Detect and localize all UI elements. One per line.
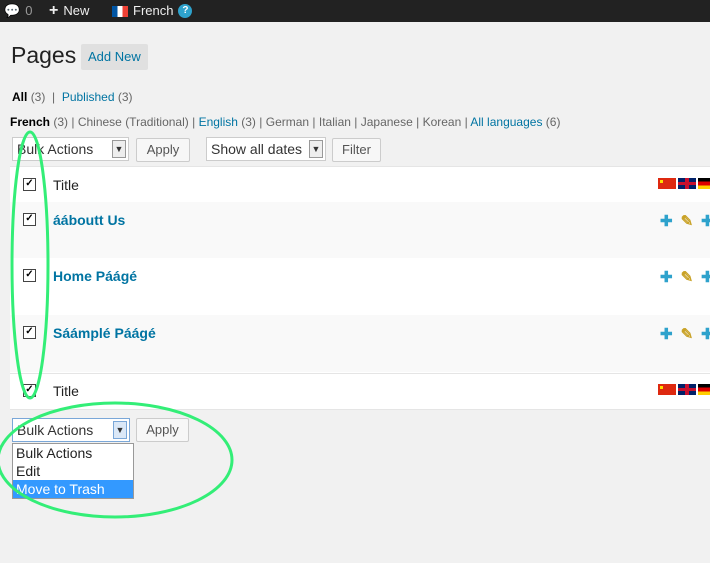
filter-published-count: (3) (117, 90, 133, 104)
add-translation-icon[interactable]: ✚ (701, 212, 710, 230)
help-icon[interactable]: ? (178, 4, 193, 18)
filter-button[interactable]: Filter (332, 138, 381, 162)
filter-published[interactable]: Published (62, 90, 115, 104)
apply-button-top[interactable]: Apply (136, 138, 190, 162)
comments-count: 0 (25, 3, 33, 18)
dates-select[interactable]: Show all dates ▼ (206, 137, 326, 161)
table-footer: ✓ Title (10, 373, 710, 409)
status-filter: All (3) | Published (3) (12, 90, 133, 104)
option-move-to-trash[interactable]: Move to Trash (13, 480, 133, 498)
flag-gb-icon (678, 178, 696, 189)
dates-value: Show all dates (211, 141, 303, 157)
edit-translation-icon[interactable]: ✎ (681, 212, 694, 230)
add-translation-icon[interactable]: ✚ (701, 325, 710, 343)
lang-all[interactable]: All languages (470, 115, 542, 129)
plus-icon: + (49, 2, 59, 19)
apply-button-bottom[interactable]: Apply (136, 418, 189, 442)
admin-bar: 💬 0 + New French ? (0, 0, 710, 22)
page-link[interactable]: Sáámplé Páágé (53, 325, 156, 341)
lang-italian[interactable]: Italian (319, 115, 351, 129)
new-label: New (63, 3, 90, 18)
language-switcher[interactable]: French ? (112, 0, 193, 22)
page-link[interactable]: ááboutt Us (53, 212, 125, 228)
language-filter: French (3) | Chinese (Traditional) | Eng… (10, 115, 561, 129)
option-bulk-actions[interactable]: Bulk Actions (13, 444, 133, 462)
page-link[interactable]: Home Páágé (53, 268, 137, 284)
filter-all[interactable]: All (12, 90, 27, 104)
lang-english[interactable]: English (199, 115, 238, 129)
select-all-checkbox[interactable]: ✓ (23, 178, 36, 191)
bulk-actions-value: Bulk Actions (17, 141, 94, 157)
flag-cn-icon (658, 384, 676, 395)
edit-translation-icon[interactable]: ✎ (681, 325, 694, 343)
edit-translation-icon[interactable]: ✎ (681, 268, 694, 286)
flag-de-icon (698, 384, 710, 395)
translation-actions: ✚ ✎ ✚ (660, 325, 710, 343)
table-row: ✓ Sáámplé Páágé ✚ ✎ ✚ (10, 315, 710, 372)
flag-de-icon (698, 178, 710, 189)
option-edit[interactable]: Edit (13, 462, 133, 480)
chevron-down-icon: ▼ (309, 140, 323, 158)
bulk-actions-select-bottom[interactable]: Bulk Actions ▼ (12, 418, 130, 442)
lang-korean[interactable]: Korean (423, 115, 462, 129)
comment-icon: 💬 (4, 3, 21, 18)
table-row: ✓ ááboutt Us ✚ ✎ ✚ (10, 202, 710, 258)
lang-chinese[interactable]: Chinese (Traditional) (78, 115, 189, 129)
select-all-checkbox-footer[interactable]: ✓ (23, 384, 36, 397)
language-flags (658, 384, 710, 395)
row-checkbox[interactable]: ✓ (23, 213, 36, 226)
chevron-down-icon: ▼ (112, 140, 126, 158)
column-title-footer[interactable]: Title (53, 383, 79, 399)
flag-gb-icon (678, 384, 696, 395)
separator: | (52, 90, 56, 104)
pages-table: ✓ Title ✓ ááboutt Us ✚ ✎ ✚ ✓ Home Páágé … (10, 166, 710, 410)
lang-german[interactable]: German (266, 115, 309, 129)
language-flags (658, 178, 710, 189)
lang-japanese[interactable]: Japanese (361, 115, 413, 129)
comments-menu[interactable]: 💬 0 (4, 0, 32, 22)
add-translation-icon[interactable]: ✚ (701, 268, 710, 286)
lang-french[interactable]: French (10, 115, 50, 129)
lang-english-count: (3) (241, 115, 256, 129)
add-translation-icon[interactable]: ✚ (660, 325, 673, 343)
add-new-button[interactable]: Add New (81, 44, 148, 70)
filter-all-count: (3) (30, 90, 46, 104)
bulk-actions-select-top[interactable]: Bulk Actions ▼ (12, 137, 129, 161)
table-header: ✓ Title (10, 167, 710, 201)
column-title[interactable]: Title (53, 177, 79, 193)
translation-actions: ✚ ✎ ✚ (660, 268, 710, 286)
lang-all-count: (6) (545, 115, 561, 129)
page-title: Pages (11, 42, 77, 68)
add-translation-icon[interactable]: ✚ (660, 268, 673, 286)
language-label: French (133, 3, 174, 18)
new-menu[interactable]: + New (49, 0, 89, 22)
row-checkbox[interactable]: ✓ (23, 326, 36, 339)
add-translation-icon[interactable]: ✚ (660, 212, 673, 230)
table-row: ✓ Home Páágé ✚ ✎ ✚ (10, 258, 710, 315)
chevron-down-icon: ▼ (113, 421, 127, 439)
bulk-actions-dropdown: Bulk Actions Edit Move to Trash (12, 443, 134, 499)
row-checkbox[interactable]: ✓ (23, 269, 36, 282)
translation-actions: ✚ ✎ ✚ (660, 212, 710, 230)
flag-fr-icon (112, 5, 128, 17)
lang-french-count: (3) (53, 115, 69, 129)
flag-cn-icon (658, 178, 676, 189)
bulk-actions-value: Bulk Actions (17, 422, 94, 438)
